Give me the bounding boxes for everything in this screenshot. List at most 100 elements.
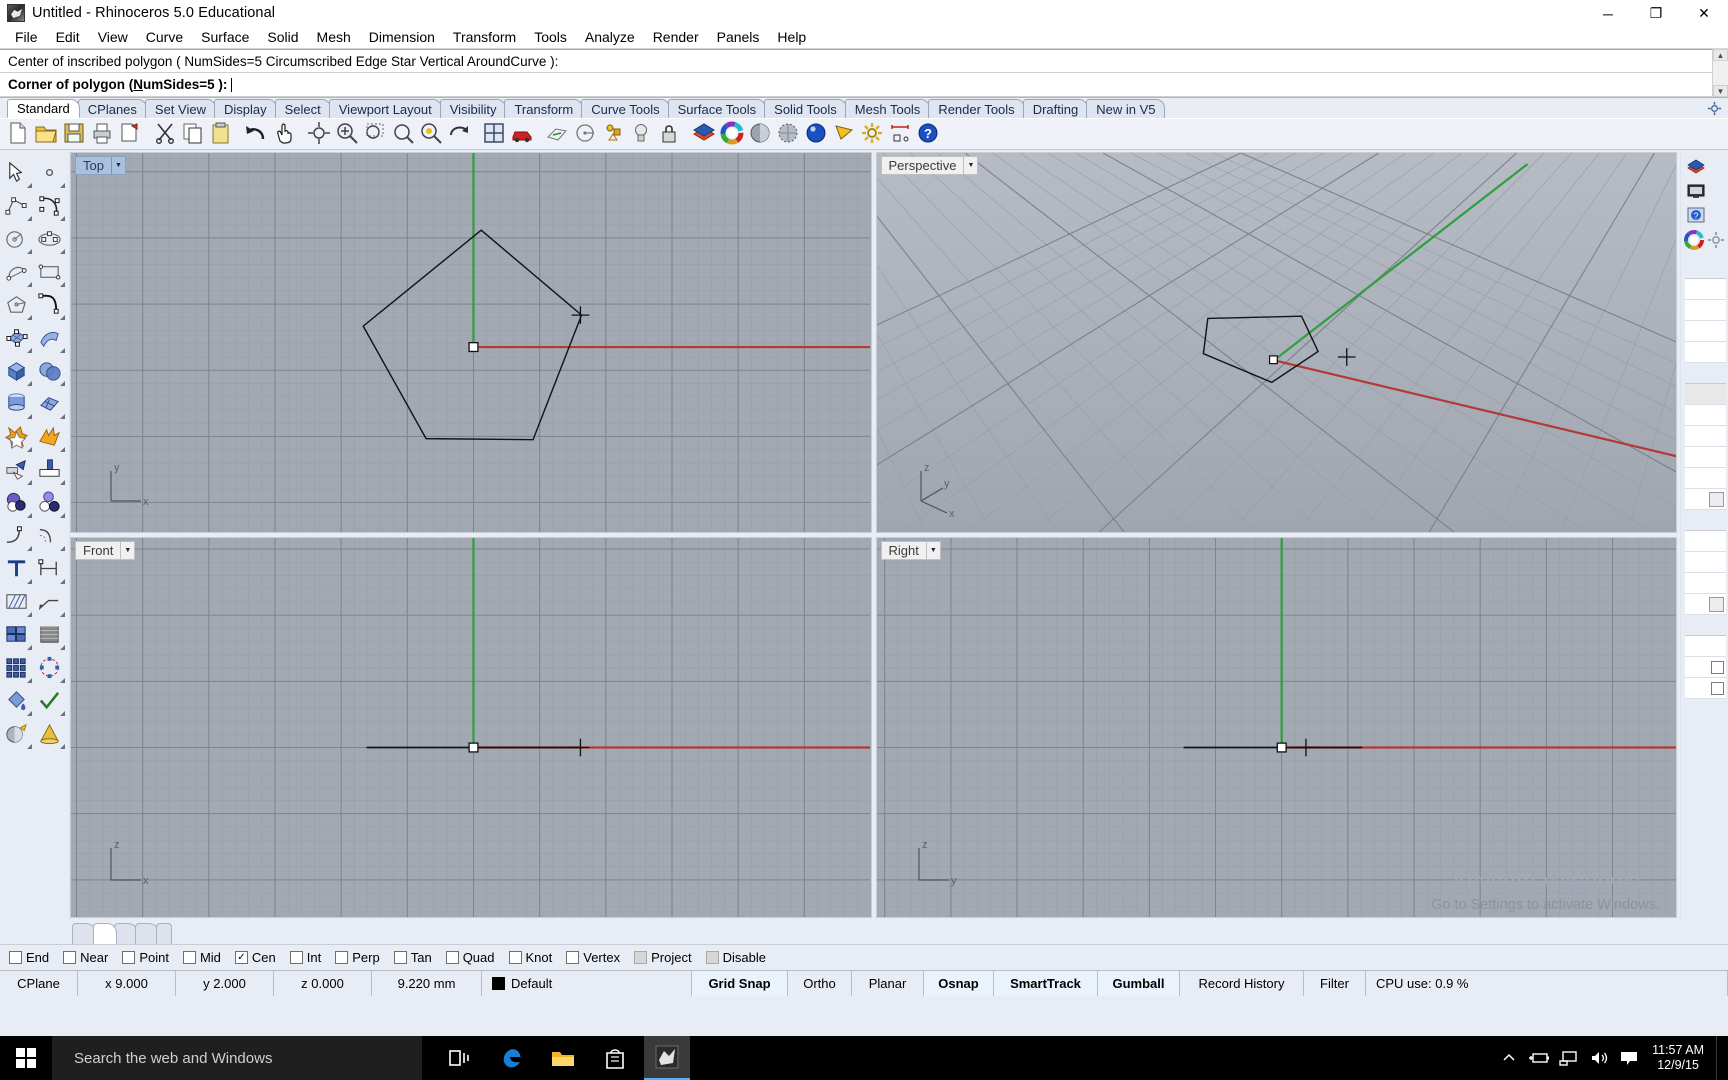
menu-item-transform[interactable]: Transform — [444, 27, 525, 48]
rendered-sphere-icon[interactable] — [804, 121, 830, 147]
rhino-taskbar-button[interactable] — [644, 1036, 690, 1080]
flyout-corner-indicator[interactable] — [60, 645, 65, 650]
toolbar-tab-render-tools[interactable]: Render Tools — [928, 99, 1024, 118]
osnap-near[interactable]: Near — [63, 950, 108, 965]
menu-item-edit[interactable]: Edit — [47, 27, 89, 48]
save-as-icon[interactable] — [118, 121, 144, 147]
copy-icon[interactable] — [181, 121, 207, 147]
properties-value-row[interactable] — [1685, 636, 1726, 657]
volume-button[interactable] — [1584, 1036, 1614, 1080]
osnap-cen[interactable]: ✓Cen — [235, 950, 276, 965]
properties-gear-icon[interactable] — [1707, 231, 1725, 249]
flyout-corner-indicator[interactable] — [27, 744, 32, 749]
flyout-corner-indicator[interactable] — [27, 711, 32, 716]
start-button[interactable] — [0, 1036, 52, 1080]
properties-checkbox-row[interactable] — [1685, 657, 1726, 678]
viewport-top-canvas[interactable] — [71, 153, 870, 533]
flyout-corner-indicator[interactable] — [27, 315, 32, 320]
add-viewport-tab-button[interactable] — [156, 923, 172, 944]
scroll-down-arrow[interactable]: ▼ — [1713, 85, 1728, 97]
osnap-checkbox-near[interactable] — [63, 951, 76, 964]
action-center-button[interactable] — [1614, 1036, 1644, 1080]
arc-icon[interactable] — [0, 255, 33, 288]
flyout-corner-indicator[interactable] — [27, 645, 32, 650]
network-button[interactable] — [1554, 1036, 1584, 1080]
toolbar-tab-surface-tools[interactable]: Surface Tools — [668, 99, 767, 118]
osnap-checkbox-quad[interactable] — [446, 951, 459, 964]
boolean-difference-icon[interactable] — [0, 486, 33, 519]
viewport-right-canvas[interactable] — [877, 538, 1676, 918]
osnap-checkbox-mid[interactable] — [183, 951, 196, 964]
explode-icon[interactable] — [33, 420, 66, 453]
battery-button[interactable] — [1524, 1036, 1554, 1080]
minimize-button[interactable]: ─ — [1584, 0, 1632, 27]
properties-checkbox[interactable] — [1711, 682, 1724, 695]
set-view-car-icon[interactable] — [510, 121, 536, 147]
fillet-icon[interactable] — [0, 519, 33, 552]
flyout-corner-indicator[interactable] — [27, 612, 32, 617]
polygon-icon[interactable] — [0, 288, 33, 321]
viewport-right[interactable]: Right ▼ z y Activate Windows Go to Setti… — [876, 537, 1678, 918]
paint-bucket-icon[interactable] — [0, 684, 33, 717]
osnap-checkbox-vertex[interactable] — [566, 951, 579, 964]
undo-icon[interactable] — [244, 121, 270, 147]
flyout-corner-indicator[interactable] — [27, 414, 32, 419]
polyline-icon[interactable] — [0, 189, 33, 222]
osnap-disable[interactable]: Disable — [706, 950, 766, 965]
toolbar-options-gear-icon[interactable] — [1707, 101, 1722, 116]
ellipse-icon[interactable] — [33, 222, 66, 255]
paste-icon[interactable] — [209, 121, 235, 147]
flyout-corner-indicator[interactable] — [60, 249, 65, 254]
status-toggle-planar[interactable]: Planar — [852, 971, 924, 996]
properties-value-row[interactable] — [1685, 279, 1726, 300]
cut-icon[interactable] — [153, 121, 179, 147]
circle-icon[interactable] — [0, 222, 33, 255]
status-toggle-ortho[interactable]: Ortho — [788, 971, 852, 996]
osnap-checkbox-int[interactable] — [290, 951, 303, 964]
surface-points-icon[interactable] — [0, 321, 33, 354]
toolbar-tab-viewport-layout[interactable]: Viewport Layout — [329, 99, 442, 118]
scroll-up-arrow[interactable]: ▲ — [1713, 49, 1728, 61]
cplane-icon[interactable] — [545, 121, 571, 147]
properties-checkbox[interactable] — [1711, 661, 1724, 674]
toolbar-tab-visibility[interactable]: Visibility — [440, 99, 507, 118]
osnap-int[interactable]: Int — [290, 950, 321, 965]
properties-value-row[interactable] — [1685, 447, 1726, 468]
color-panel-icon[interactable] — [1684, 230, 1704, 250]
shaded-sphere-icon[interactable] — [748, 121, 774, 147]
material-cone-icon[interactable] — [33, 717, 66, 750]
properties-ellipsis-button[interactable] — [1709, 492, 1724, 507]
zoom-selected-icon[interactable] — [419, 121, 445, 147]
command-prompt-line[interactable]: Corner of polygon ( NumSides=5 ): — [0, 73, 1728, 97]
toolbar-tab-display[interactable]: Display — [214, 99, 277, 118]
checkmark-icon[interactable] — [33, 684, 66, 717]
display-panel-tab[interactable] — [1684, 179, 1728, 203]
status-toggle-smarttrack[interactable]: SmartTrack — [994, 971, 1098, 996]
taskbar-clock[interactable]: 11:57 AM 12/9/15 — [1644, 1036, 1716, 1080]
properties-value-row[interactable] — [1685, 300, 1726, 321]
viewport-right-label[interactable]: Right ▼ — [881, 541, 941, 560]
viewport-right-dropdown-icon[interactable]: ▼ — [926, 541, 941, 560]
toolbar-tab-drafting[interactable]: Drafting — [1023, 99, 1089, 118]
flyout-corner-indicator[interactable] — [27, 579, 32, 584]
point-icon[interactable] — [33, 156, 66, 189]
status-toggle-filter[interactable]: Filter — [1304, 971, 1366, 996]
gradient-icon[interactable] — [33, 618, 66, 651]
layer-state-icon[interactable] — [601, 121, 627, 147]
properties-value-row[interactable] — [1685, 468, 1726, 489]
osnap-checkbox-tan[interactable] — [394, 951, 407, 964]
boolean-union-icon[interactable] — [0, 420, 33, 453]
layers-panel-tab[interactable] — [1684, 155, 1728, 179]
flyout-corner-indicator[interactable] — [60, 579, 65, 584]
array-icon[interactable] — [0, 651, 33, 684]
status-cplane[interactable]: CPlane — [0, 971, 78, 996]
zoom-in-icon[interactable] — [335, 121, 361, 147]
properties-value-row[interactable] — [1685, 342, 1726, 363]
osnap-checkbox-perp[interactable] — [335, 951, 348, 964]
menu-item-tools[interactable]: Tools — [525, 27, 576, 48]
color-wheel-icon[interactable] — [720, 121, 746, 147]
flyout-corner-indicator[interactable] — [27, 249, 32, 254]
select-arrow-icon[interactable] — [0, 156, 33, 189]
viewport-perspective-label[interactable]: Perspective ▼ — [881, 156, 979, 175]
file-explorer-button[interactable] — [540, 1036, 586, 1080]
